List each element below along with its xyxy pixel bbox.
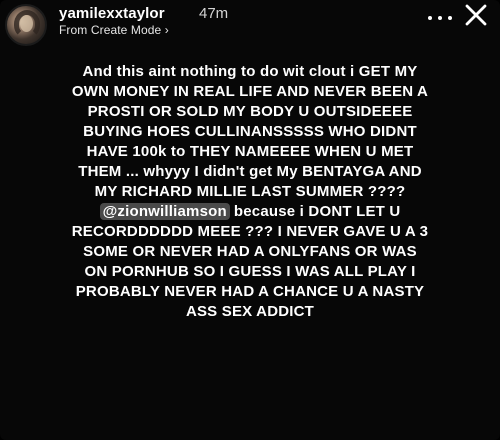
- story-line: PROBABLY NEVER HAD A CHANCE U A NASTY: [75, 283, 425, 300]
- story-line: BUYING HOES CULLINANSSSSS WHO DIDNT: [83, 123, 417, 140]
- story-screen: yamilexxtaylor 47m From Create Mode › An…: [0, 0, 500, 440]
- avatar-face: [20, 15, 33, 32]
- create-mode-link[interactable]: From Create Mode ›: [59, 23, 169, 37]
- story-line: THEM ... whyyy I didn't get My BENTAYGA …: [78, 163, 422, 180]
- close-button[interactable]: [462, 1, 490, 29]
- story-text: And this aint nothing to do wit clout i …: [24, 62, 476, 322]
- more-options-button[interactable]: [428, 12, 452, 24]
- story-line-tail: because i DONT LET U: [233, 203, 401, 220]
- avatar[interactable]: [5, 4, 47, 46]
- story-line: And this aint nothing to do wit clout i …: [82, 63, 418, 80]
- post-time: 47m: [199, 5, 229, 22]
- story-line: HAVE 100k to THEY NAMEEEE WHEN U MET: [86, 143, 414, 160]
- more-options-icon: [448, 16, 452, 20]
- chevron-right-icon: ›: [164, 23, 169, 37]
- username[interactable]: yamilexxtaylor: [59, 5, 165, 22]
- story-line: MY RICHARD MILLIE LAST SUMMER ????: [94, 183, 406, 200]
- close-icon: [465, 4, 487, 26]
- story-line: ON PORNHUB SO I GUESS I WAS ALL PLAY I: [84, 263, 416, 280]
- story-line: ASS SEX ADDICT: [185, 303, 315, 320]
- story-line: RECORDDDDDD MEEE ??? I NEVER GAVE U A 3: [71, 223, 429, 240]
- more-options-icon: [428, 16, 432, 20]
- create-mode-label: From Create Mode: [59, 23, 162, 37]
- more-options-icon: [438, 16, 442, 20]
- story-line: PROSTI OR SOLD MY BODY U OUTSIDEEEE: [87, 103, 413, 120]
- story-line: SOME OR NEVER HAD A ONLYFANS OR WAS: [83, 243, 417, 260]
- story-mention-line: @zionwilliamson because i DONT LET U: [24, 202, 476, 222]
- story-line: OWN MONEY IN REAL LIFE AND NEVER BEEN A: [71, 83, 429, 100]
- user-mention[interactable]: @zionwilliamson: [99, 203, 230, 220]
